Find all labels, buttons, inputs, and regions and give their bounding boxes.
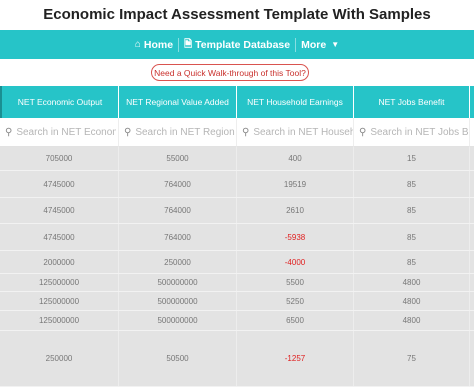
table-row: 4745000 764000 19519 85	[0, 171, 474, 198]
table-cell: 55000	[119, 147, 237, 170]
search-icon: ⚲	[124, 126, 132, 138]
page-title: Economic Impact Assessment Template With…	[43, 6, 431, 23]
search-input[interactable]	[135, 126, 236, 138]
column-header-label: NET Jobs Benefit	[378, 97, 445, 107]
table-cell: 19519	[237, 171, 354, 197]
table-cell: -1257	[237, 331, 354, 386]
table-cell: 764000	[119, 224, 237, 250]
column-search: ⚲	[0, 118, 119, 147]
column-search: ⚲	[354, 118, 470, 147]
nav-more-label: More	[301, 38, 327, 51]
table-cell: 2610	[237, 198, 354, 223]
table-cell: 500000000	[119, 292, 237, 310]
table-cell: 5250	[237, 292, 354, 310]
table-cell: 4800	[354, 292, 470, 310]
column-header-label: NET Household Earnings	[247, 97, 343, 107]
table-cell: 500000000	[119, 311, 237, 330]
table-row: 4745000 764000 -5938 85	[0, 224, 474, 251]
table-row: 705000 55000 400 15	[0, 147, 474, 171]
table-cell: 250000	[0, 331, 119, 386]
walkthrough-button[interactable]: Need a Quick Walk-through of this Tool?	[151, 64, 309, 81]
column-search: ⚲	[119, 118, 237, 147]
table-row: 250000 50500 -1257 75	[0, 331, 474, 387]
nav-home-label: Home	[143, 38, 174, 51]
nav-home[interactable]: ⌂ Home	[130, 39, 178, 51]
table-row: 125000000 500000000 5500 4800	[0, 274, 474, 292]
table-cell: 85	[354, 198, 470, 223]
table-cell: 4745000	[0, 171, 119, 197]
table-cell: 705000	[0, 147, 119, 170]
table-cell: 85	[354, 171, 470, 197]
search-icon: ⚲	[5, 126, 13, 138]
table-row: 2000000 250000 -4000 85	[0, 251, 474, 274]
table-body: 705000 55000 400 15 4745000 764000 19519 85 4745…	[0, 147, 474, 387]
table-cell: 4745000	[0, 198, 119, 223]
file-icon: 🗎	[184, 38, 193, 50]
column-search-overflow	[470, 118, 474, 147]
search-input[interactable]	[253, 126, 353, 138]
column-search: ⚲	[237, 118, 354, 147]
caret-down-icon: ▼	[331, 40, 340, 49]
table-row: 4745000 764000 2610 85	[0, 198, 474, 224]
search-input[interactable]	[370, 126, 469, 138]
nav-more-dropdown[interactable]: More ▼	[296, 39, 344, 51]
column-header[interactable]: NET Jobs Benefit	[354, 86, 470, 118]
table-cell: 400	[237, 147, 354, 170]
nav-template-database-label: Template Database	[195, 38, 291, 51]
table-cell: -4000	[237, 251, 354, 273]
column-header[interactable]: NET Household Earnings	[237, 86, 354, 118]
table-cell: 4800	[354, 311, 470, 330]
data-table: NET Economic Output NET Regional Value A…	[0, 86, 474, 387]
home-icon: ⌂	[134, 38, 141, 50]
table-row: 125000000 500000000 6500 4800	[0, 311, 474, 331]
table-cell: 5500	[237, 274, 354, 291]
top-navbar: ⌂ Home 🗎 Template Database More ▼	[0, 30, 474, 59]
column-header[interactable]: NET Regional Value Added	[119, 86, 237, 118]
table-cell: 125000000	[0, 292, 119, 310]
table-cell: 4800	[354, 274, 470, 291]
column-header-label: NET Regional Value Added	[126, 97, 229, 107]
table-cell: 500000000	[119, 274, 237, 291]
table-cell: 125000000	[0, 274, 119, 291]
table-cell: 2000000	[0, 251, 119, 273]
table-cell: 764000	[119, 198, 237, 223]
table-cell: 4745000	[0, 224, 119, 250]
table-cell: 6500	[237, 311, 354, 330]
column-header-label: NET Economic Output	[17, 97, 103, 107]
table-cell: 125000000	[0, 311, 119, 330]
table-cell: -5938	[237, 224, 354, 250]
table-cell: 764000	[119, 171, 237, 197]
search-icon: ⚲	[359, 126, 367, 138]
column-header-overflow	[470, 86, 474, 118]
search-icon: ⚲	[242, 126, 250, 138]
table-cell: 85	[354, 224, 470, 250]
nav-template-database[interactable]: 🗎 Template Database	[179, 39, 295, 51]
table-row: 125000000 500000000 5250 4800	[0, 292, 474, 311]
table-cell: 75	[354, 331, 470, 386]
table-cell: 85	[354, 251, 470, 273]
table-cell: 250000	[119, 251, 237, 273]
table-cell: 15	[354, 147, 470, 170]
table-cell: 50500	[119, 331, 237, 386]
search-input[interactable]	[16, 126, 117, 138]
column-header[interactable]: NET Economic Output	[0, 86, 119, 118]
